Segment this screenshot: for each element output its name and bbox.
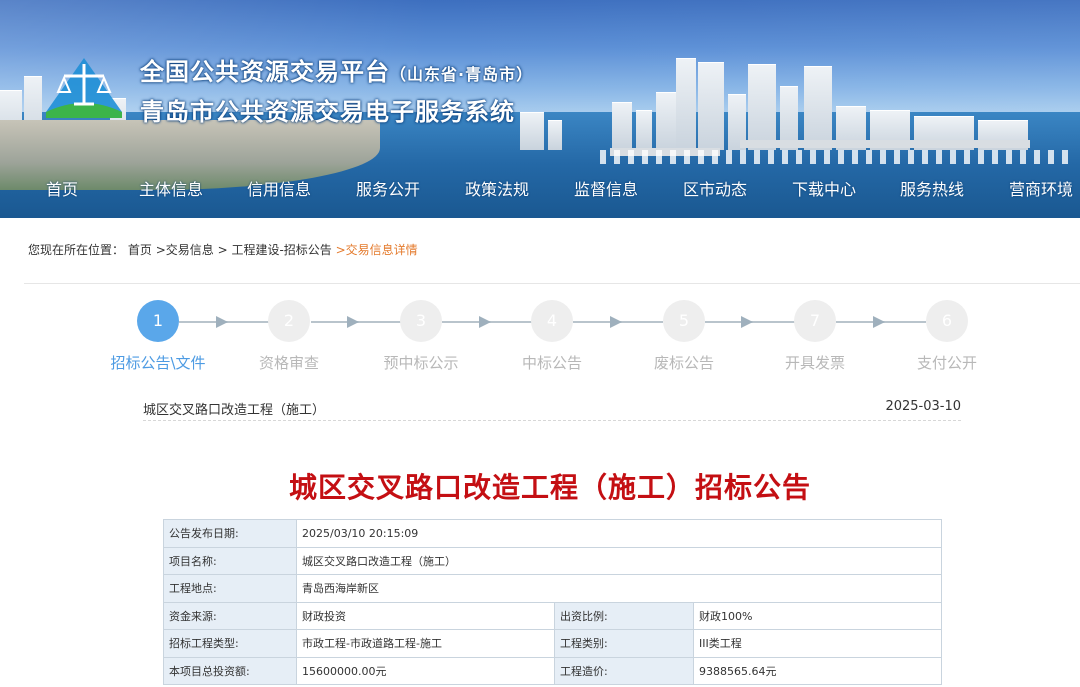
step-arrow-icon [347, 316, 359, 328]
fund-ratio-value: 财政100% [693, 601, 942, 630]
table-row: 工程地点: 青岛西海岸新区 [163, 574, 942, 603]
nav-item-supervision[interactable]: 监督信息 [574, 176, 638, 200]
bid-type-label: 招标工程类型: [163, 629, 297, 658]
nav-item-service-public[interactable]: 服务公开 [356, 176, 420, 200]
nav-item-download[interactable]: 下载中心 [792, 176, 856, 200]
step-label-invoice[interactable]: 开具发票 [785, 352, 845, 373]
step-3-circle[interactable]: 3 [400, 300, 442, 342]
notice-title: 城区交叉路口改造工程（施工）招标公告 [288, 471, 811, 504]
project-header-row: 城区交叉路口改造工程（施工） 2025-03-10 [143, 399, 961, 421]
step-5-circle[interactable]: 5 [663, 300, 705, 342]
publish-date-label: 公告发布日期: [163, 519, 297, 548]
breadcrumb-bid-notice-link[interactable]: > 工程建设-招标公告 [218, 243, 332, 257]
table-row: 本项目总投资额: 15600000.00元 工程造价: 9388565.64元 [163, 656, 942, 685]
breadcrumb-home-link[interactable]: 首页 [128, 243, 152, 257]
breadcrumb-current: >交易信息详情 [335, 243, 418, 257]
project-date: 2025-03-10 [885, 399, 961, 414]
platform-title: 全国公共资源交易平台（山东省·青岛市） [140, 52, 533, 87]
step-label-pre-award[interactable]: 预中标公示 [383, 352, 458, 373]
step-4-circle[interactable]: 4 [531, 300, 573, 342]
nav-item-district-news[interactable]: 区市动态 [683, 176, 747, 200]
step-6-circle[interactable]: 6 [926, 300, 968, 342]
step-7-circle[interactable]: 7 [794, 300, 836, 342]
nav-item-home[interactable]: 首页 [46, 176, 78, 200]
category-value: III类工程 [693, 629, 942, 658]
pier [740, 140, 1030, 148]
step-label-award[interactable]: 中标公告 [522, 352, 582, 373]
scales-logo-icon [42, 54, 126, 120]
fund-source-label: 资金来源: [163, 601, 297, 630]
nav-item-credit-info[interactable]: 信用信息 [247, 176, 311, 200]
cost-value: 9388565.64元 [693, 656, 942, 685]
table-row: 项目名称: 城区交叉路口改造工程（施工） [163, 546, 942, 575]
publish-date-value: 2025/03/10 20:15:09 [296, 519, 942, 548]
fund-source-value: 财政投资 [296, 601, 555, 630]
step-arrow-icon [873, 316, 885, 328]
project-name-value: 城区交叉路口改造工程（施工） [296, 546, 942, 575]
step-label-payment[interactable]: 支付公开 [917, 352, 977, 373]
project-name-label: 项目名称: [163, 546, 297, 575]
table-row: 公告发布日期: 2025/03/10 20:15:09 [163, 519, 942, 548]
boats [600, 150, 1070, 164]
breadcrumb-prefix: 您现在所在位置： [28, 243, 125, 257]
platform-title-region: （山东省·青岛市） [390, 65, 534, 84]
cost-label: 工程造价: [554, 656, 694, 685]
breadcrumb: 您现在所在位置： 首页 >交易信息 > 工程建设-招标公告 >交易信息详情 [28, 241, 418, 258]
step-2-circle[interactable]: 2 [268, 300, 310, 342]
breadcrumb-trade-info-link[interactable]: >交易信息 [156, 243, 214, 257]
nav-item-hotline[interactable]: 服务热线 [900, 176, 964, 200]
system-title: 青岛市公共资源交易电子服务系统 [140, 98, 515, 126]
step-arrow-icon [741, 316, 753, 328]
divider [24, 283, 1080, 284]
category-label: 工程类别: [554, 629, 694, 658]
location-label: 工程地点: [163, 574, 297, 603]
project-name: 城区交叉路口改造工程（施工） [143, 403, 326, 418]
nav-item-entity-info[interactable]: 主体信息 [139, 176, 203, 200]
platform-title-main: 全国公共资源交易平台 [140, 58, 390, 86]
table-row: 招标工程类型: 市政工程-市政道路工程-施工 工程类别: III类工程 [163, 629, 942, 658]
fund-ratio-label: 出资比例: [554, 601, 694, 630]
bid-type-value: 市政工程-市政道路工程-施工 [296, 629, 555, 658]
step-arrow-icon [216, 316, 228, 328]
process-steps: 1 2 3 4 5 7 6 招标公告\文件 资格审查 预中标公示 中标公告 废标… [0, 300, 1080, 380]
step-label-void-bid[interactable]: 废标公告 [654, 352, 714, 373]
notice-info-table: 公告发布日期: 2025/03/10 20:15:09 项目名称: 城区交叉路口… [163, 519, 942, 685]
total-invest-value: 15600000.00元 [296, 656, 555, 685]
step-label-bid-notice[interactable]: 招标公告\文件 [110, 352, 205, 373]
main-nav: 首页 主体信息 信用信息 服务公开 政策法规 监督信息 区市动态 下载中心 服务… [0, 176, 1080, 210]
step-1-circle[interactable]: 1 [137, 300, 179, 342]
step-arrow-icon [610, 316, 622, 328]
header-banner: 全国公共资源交易平台（山东省·青岛市） 青岛市公共资源交易电子服务系统 首页 主… [0, 0, 1080, 218]
total-invest-label: 本项目总投资额: [163, 656, 297, 685]
location-value: 青岛西海岸新区 [296, 574, 942, 603]
nav-item-business-env[interactable]: 营商环境 [1009, 176, 1073, 200]
step-arrow-icon [479, 316, 491, 328]
table-row: 资金来源: 财政投资 出资比例: 财政100% [163, 601, 942, 630]
step-label-qualification[interactable]: 资格审查 [259, 352, 319, 373]
nav-item-policy[interactable]: 政策法规 [465, 176, 529, 200]
